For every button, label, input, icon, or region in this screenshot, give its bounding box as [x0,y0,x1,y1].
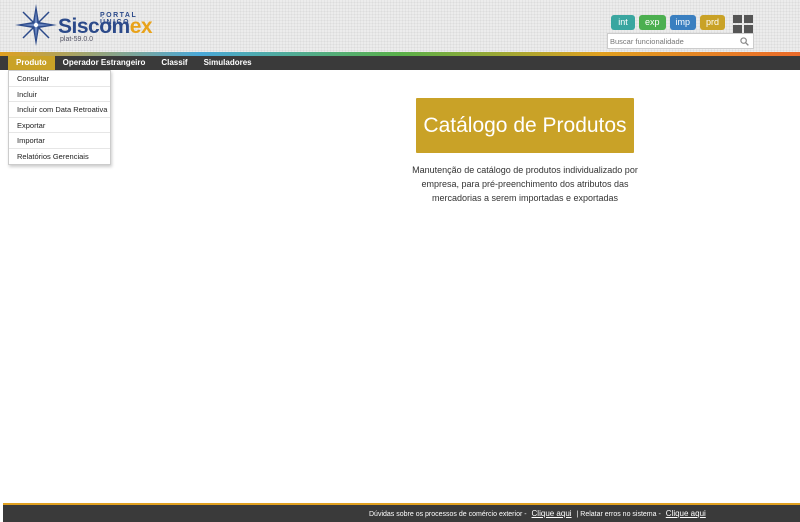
version-label: plat-59.0.0 [60,36,94,43]
env-badge-prd[interactable]: prd [700,15,726,30]
catalogo-produtos-button[interactable]: Catálogo de Produtos [416,98,634,153]
dropdown-item-incluir-data-retroativa[interactable]: Incluir com Data Retroativa [9,102,110,118]
menu-item-produto[interactable]: Produto [8,56,55,70]
dropdown-item-relatorios-gerenciais[interactable]: Relatórios Gerenciais [9,149,110,165]
produto-dropdown-menu: Consultar Incluir Incluir com Data Retro… [8,70,111,165]
footer-help-link[interactable]: Clique aqui [532,509,572,518]
footer-help-text: Dúvidas sobre os processos de comércio e… [369,511,527,518]
dropdown-item-consultar[interactable]: Consultar [9,71,110,87]
footer-report-link[interactable]: Clique aqui [666,509,706,518]
logo-name-main: Siscom [58,15,130,38]
main-menu-bar: Produto Operador Estrangeiro Classif Sim… [0,56,800,70]
menu-item-operador-estrangeiro[interactable]: Operador Estrangeiro [55,56,154,70]
page-root: PORTAL ÚNICO Siscomex plat-59.0.0 int ex… [0,0,800,522]
footer-report-text: | Relatar erros no sistema - [576,511,661,518]
catalog-description: Manutenção de catálogo de produtos indiv… [412,165,638,203]
env-badge-exp[interactable]: exp [639,15,666,30]
menu-item-classif[interactable]: Classif [153,56,195,70]
apps-grid-icon[interactable] [733,15,753,33]
compass-star-icon [15,4,57,46]
dropdown-item-importar[interactable]: Importar [9,133,110,149]
search-input[interactable] [610,35,735,47]
env-badge-imp[interactable]: imp [669,15,697,30]
search-box [607,33,754,49]
siscomex-logo[interactable]: PORTAL ÚNICO Siscomex plat-59.0.0 [14,3,154,47]
search-icon[interactable] [740,37,749,46]
environment-badges: int exp imp prd [611,15,726,30]
dropdown-item-incluir[interactable]: Incluir [9,87,110,102]
footer-content: Dúvidas sobre os processos de comércio e… [369,505,709,522]
env-badge-int[interactable]: int [611,15,635,30]
footer: Dúvidas sobre os processos de comércio e… [3,503,800,522]
logo-name-accent: ex [129,15,153,38]
dropdown-item-exportar[interactable]: Exportar [9,118,110,133]
menu-item-simuladores[interactable]: Simuladores [196,56,260,70]
header: PORTAL ÚNICO Siscomex plat-59.0.0 int ex… [0,0,800,54]
